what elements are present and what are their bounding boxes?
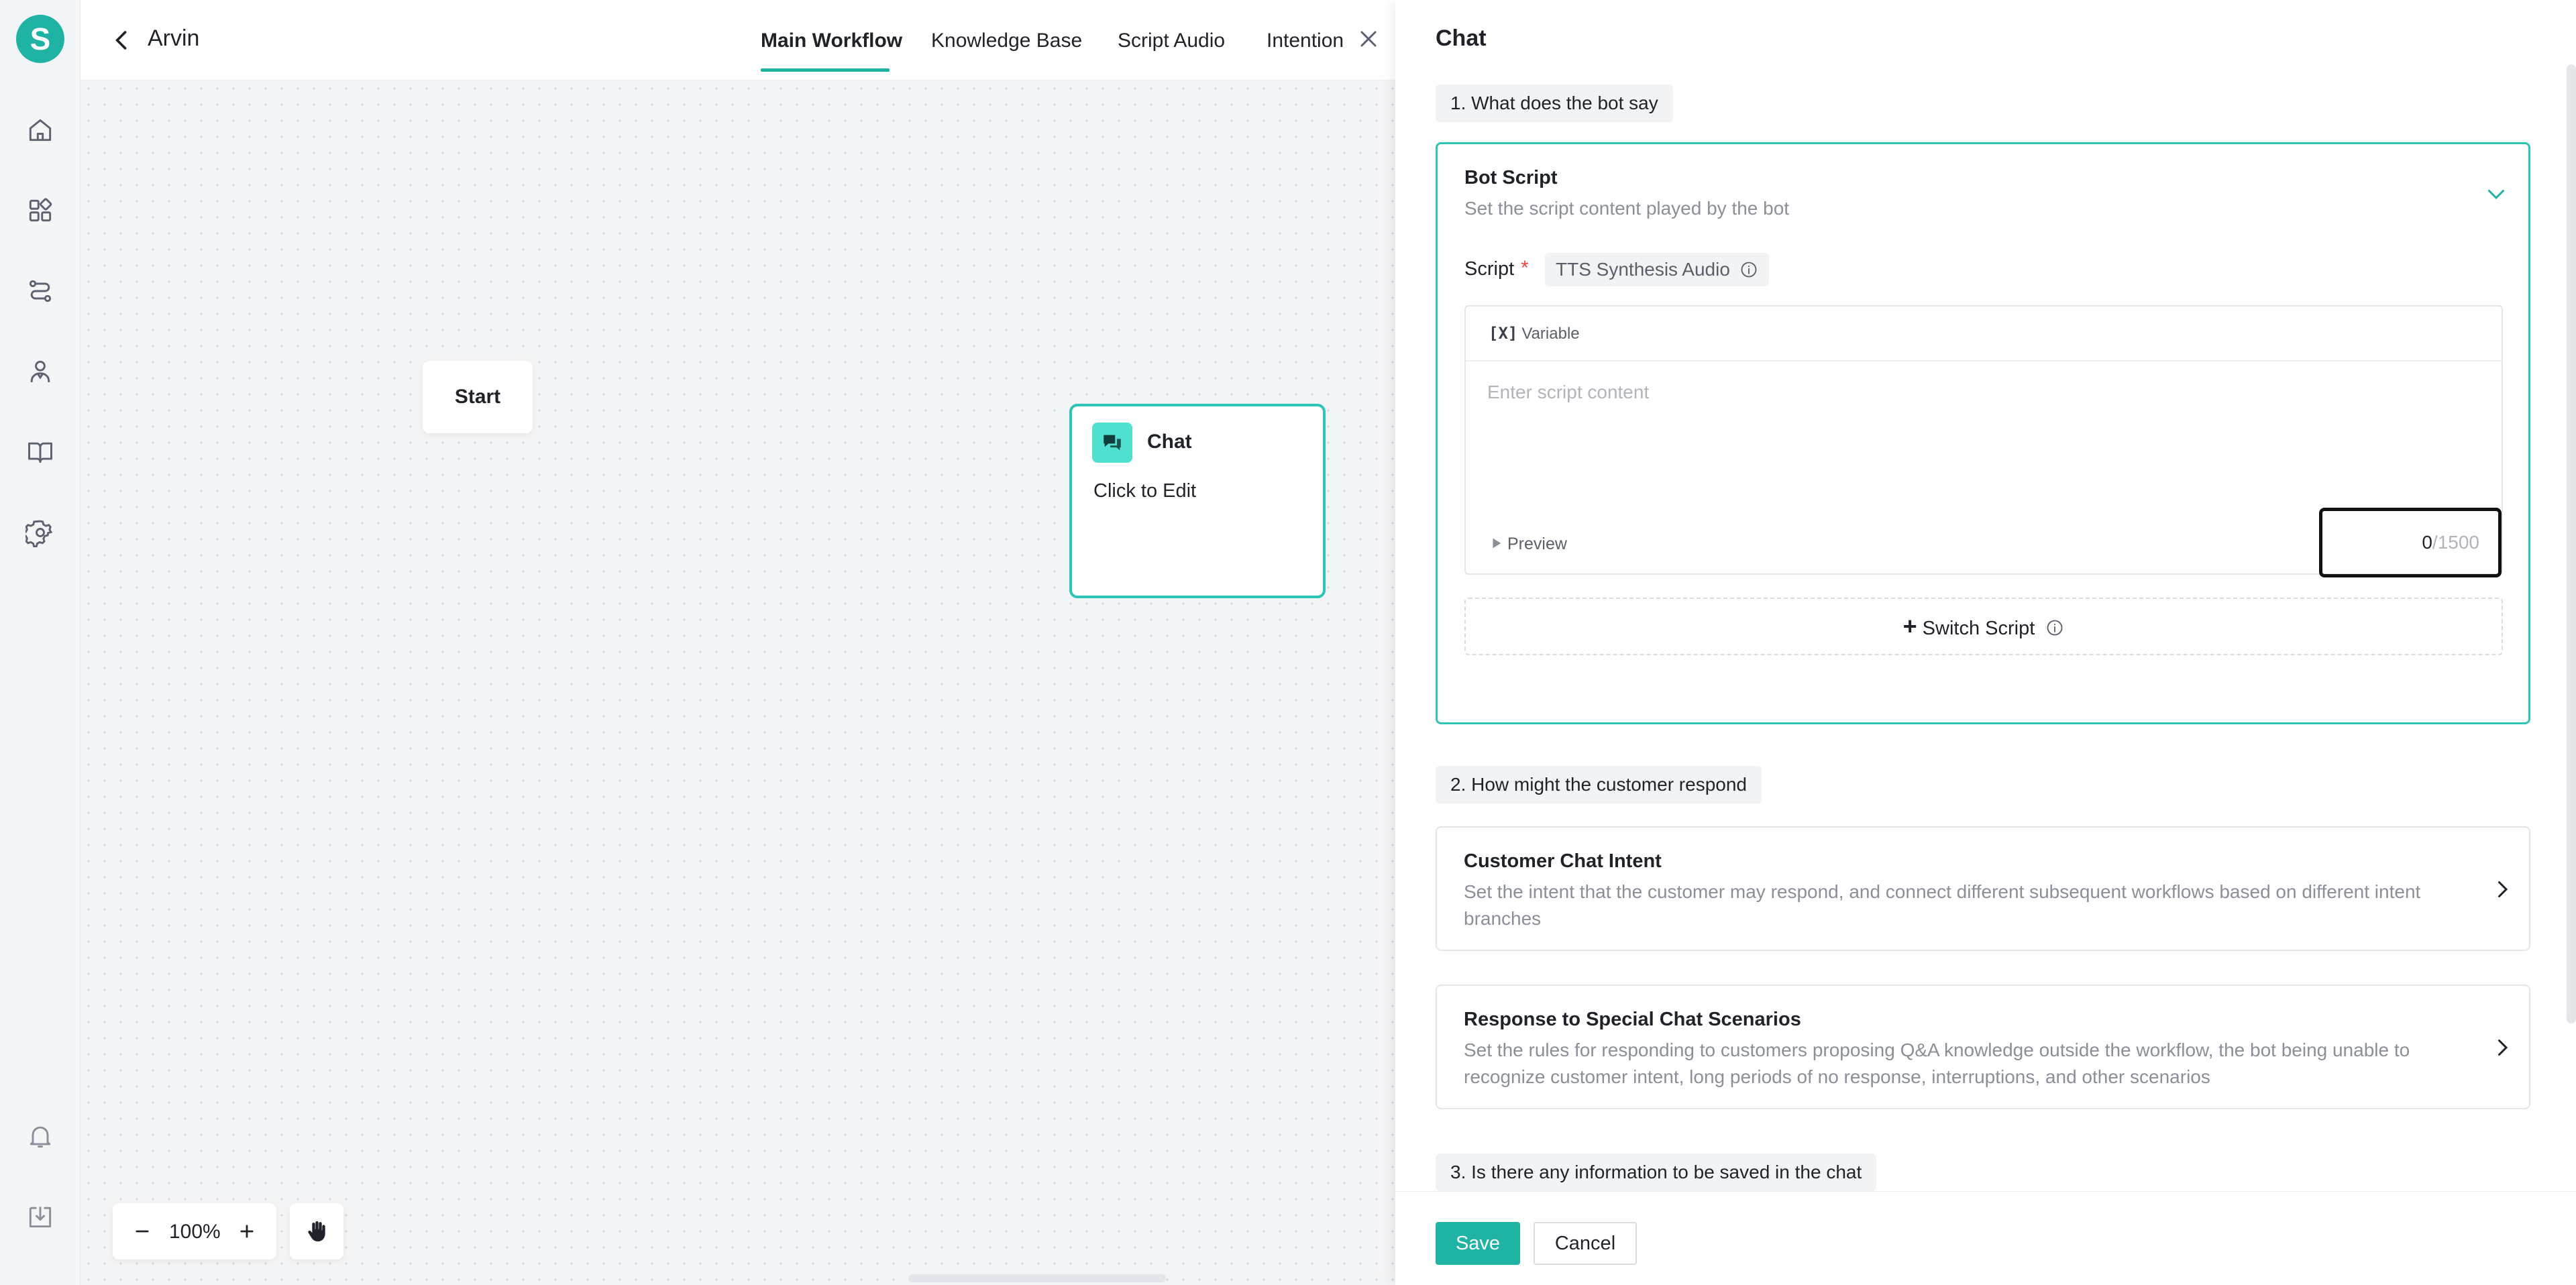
tts-tag-label: TTS Synthesis Audio [1556,259,1730,280]
book-icon[interactable] [24,436,56,468]
back-arrow-icon[interactable] [107,25,137,55]
tab-script-audio[interactable]: Script Audio [1118,30,1225,52]
home-icon[interactable] [24,114,56,146]
intent-card-description: Set the intent that the customer may res… [1464,881,2421,929]
chevron-right-icon[interactable] [2490,877,2514,901]
script-content-input[interactable]: Enter script content [1487,382,1649,403]
intent-card-title: Customer Chat Intent [1464,850,1662,872]
left-nav-rail: S [0,0,80,1285]
script-field-label: Script [1464,258,1515,280]
zoom-in-button[interactable] [232,1217,262,1246]
save-button[interactable]: Save [1436,1222,1520,1265]
switch-script-button[interactable]: + Switch Script [1464,598,2503,655]
section-heading-bot-say: 1. What does the bot say [1436,85,1673,122]
chevron-down-icon[interactable] [2484,182,2508,206]
workflow-canvas[interactable]: Start Chat Click to Edit 100% [80,80,1395,1285]
char-count: 0 [2422,532,2432,553]
canvas-horizontal-scrollbar[interactable] [908,1274,1166,1282]
cancel-button[interactable]: Cancel [1534,1222,1637,1265]
settings-icon[interactable] [24,516,56,549]
drawer-vertical-scrollbar[interactable] [2567,64,2576,1023]
drawer-title: Chat [1436,25,1487,51]
bot-script-card: Bot Script Set the script content played… [1436,142,2530,724]
workflow-name: Arvin [148,25,200,51]
workflow-icon[interactable] [24,275,56,307]
chat-node-title: Chat [1147,431,1192,453]
customer-chat-intent-card[interactable]: Customer Chat Intent Set the intent that… [1436,826,2530,951]
variable-button-label: Variable [1521,325,1580,343]
info-icon[interactable] [2045,618,2064,637]
play-icon [1493,538,1501,549]
script-editor: [X] Variable Enter script content Preview… [1464,305,2503,577]
workflow-header: Arvin Main Workflow Knowledge Base Scrip… [80,0,1395,80]
special-card-description: Set the rules for responding to customer… [1464,1040,2410,1087]
chat-node[interactable]: Chat Click to Edit [1069,404,1326,598]
bot-script-title: Bot Script [1464,167,1558,188]
preview-label: Preview [1507,535,1567,553]
active-tab-indicator [761,68,890,72]
drawer-footer: Save Cancel [1395,1191,2576,1285]
special-card-title: Response to Special Chat Scenarios [1464,1009,1801,1030]
chevron-right-icon[interactable] [2490,1036,2514,1060]
tab-knowledge-base[interactable]: Knowledge Base [931,30,1082,52]
chat-config-drawer: Chat 1. What does the bot say Bot Script… [1395,0,2576,1285]
pan-tool-button[interactable] [290,1203,343,1260]
close-drawer-icon[interactable] [1355,25,1382,52]
download-icon[interactable] [24,1200,56,1233]
chat-node-subtitle: Click to Edit [1093,480,1197,502]
zoom-level: 100% [169,1221,221,1243]
variable-icon: [X] [1489,324,1518,343]
zoom-controls: 100% [113,1203,276,1260]
section-heading-save-info: 3. Is there any information to be saved … [1436,1154,1877,1191]
preview-button[interactable]: Preview [1489,535,1567,554]
required-mark: * [1521,257,1529,279]
tab-main-workflow[interactable]: Main Workflow [761,30,902,52]
start-node[interactable]: Start [423,361,533,433]
character-counter: 0/1500 [2319,508,2502,577]
info-icon[interactable] [1739,260,1758,279]
agent-icon[interactable] [24,355,56,388]
section-heading-customer-respond: 2. How might the customer respond [1436,766,1762,803]
apps-icon[interactable] [24,194,56,227]
char-limit: /1500 [2432,532,2479,553]
special-scenarios-card[interactable]: Response to Special Chat Scenarios Set t… [1436,985,2530,1109]
zoom-out-button[interactable] [127,1217,157,1246]
insert-variable-button[interactable]: [X] Variable [1489,324,1580,343]
hand-icon [308,1221,325,1241]
plus-icon: + [1902,612,1917,640]
bell-icon[interactable] [24,1120,56,1152]
chat-node-icon [1092,423,1132,463]
app-logo[interactable]: S [16,15,64,63]
switch-script-label: Switch Script [1922,618,2035,639]
tab-intention[interactable]: Intention [1267,30,1344,52]
editor-toolbar: [X] Variable [1466,306,2502,361]
bot-script-description: Set the script content played by the bot [1464,198,1790,219]
tts-synthesis-tag[interactable]: TTS Synthesis Audio [1545,253,1769,286]
